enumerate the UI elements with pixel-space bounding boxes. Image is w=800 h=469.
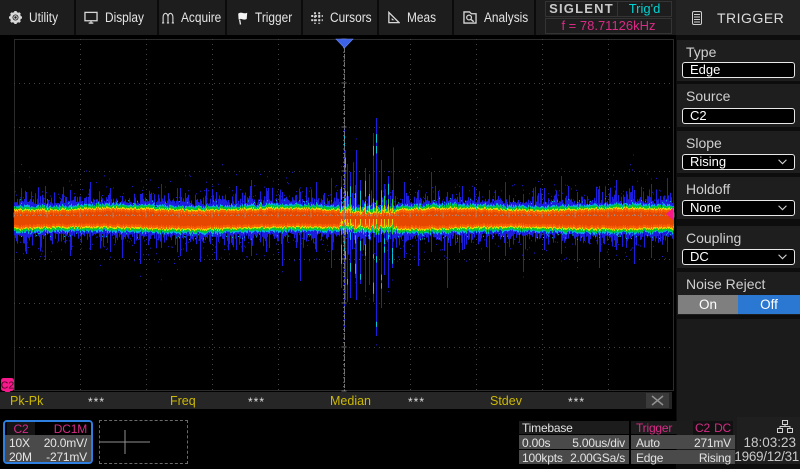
svg-text:C2: C2 [1,380,15,392]
